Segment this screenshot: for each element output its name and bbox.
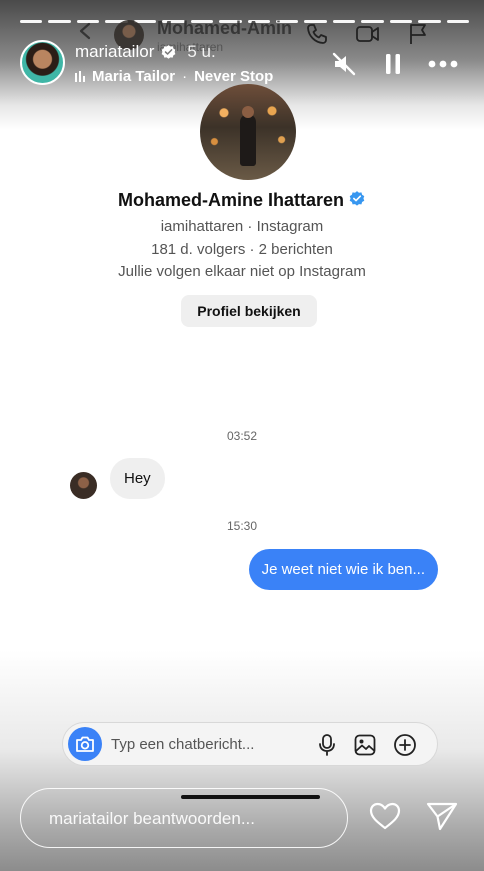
verified-icon [349, 191, 365, 206]
image-icon[interactable] [353, 733, 377, 757]
mute-icon[interactable] [332, 52, 358, 76]
chat-header-name: Mohamed-Amin [157, 18, 292, 38]
story-timestamp: 5 u. [187, 42, 216, 61]
profile-subtitle: iamihattaren · Instagram [160, 218, 324, 235]
home-indicator [181, 795, 320, 799]
add-icon[interactable] [393, 733, 417, 757]
story-reply-actions [368, 801, 458, 831]
incoming-message[interactable]: Hey [110, 458, 165, 499]
composer-actions [317, 733, 417, 757]
story-viewer: Mohamed-Amin iamihattaren mariatailor 5 … [0, 0, 484, 871]
story-controls [332, 52, 458, 76]
story-author[interactable]: mariatailor 5 u. [75, 42, 216, 62]
profile-name-row: Mohamed-Amine Ihattaren [0, 190, 484, 211]
camera-icon [76, 736, 94, 752]
chat-header-actions [305, 22, 429, 46]
message-input[interactable] [111, 734, 311, 754]
message-timestamp: 03:52 [226, 429, 258, 443]
view-profile-button[interactable]: Profiel bekijken [181, 295, 317, 327]
story-music-sticker[interactable]: Maria Tailor · Never Stop [75, 68, 273, 85]
story-reply-placeholder: mariatailor beantwoorden... [49, 809, 256, 828]
outgoing-message[interactable]: Je weet niet wie ik ben... [248, 549, 438, 590]
sender-avatar[interactable] [70, 472, 97, 499]
video-icon [356, 26, 379, 42]
profile-avatar[interactable] [200, 84, 296, 180]
camera-button[interactable] [68, 727, 102, 761]
profile-stats: 181 d. volgers · 2 berichten [151, 241, 333, 258]
message-composer [62, 722, 438, 766]
back-icon [79, 22, 91, 40]
phone-icon [307, 24, 327, 44]
send-icon[interactable] [426, 801, 458, 831]
music-bars-icon [75, 71, 85, 82]
mic-icon[interactable] [317, 733, 337, 757]
music-artist: Maria Tailor [92, 68, 176, 85]
pause-icon[interactable] [384, 53, 402, 75]
music-separator: · [182, 68, 188, 85]
music-title: Never Stop [194, 68, 274, 85]
heart-icon[interactable] [368, 801, 402, 831]
profile-relation: Jullie volgen elkaar niet op Instagram [118, 263, 366, 280]
flag-icon[interactable] [407, 22, 429, 46]
more-icon[interactable] [428, 60, 458, 68]
profile-name: Mohamed-Amine Ihattaren [117, 190, 345, 210]
message-timestamp: 15:30 [226, 519, 258, 533]
story-username[interactable]: mariatailor [75, 42, 154, 62]
verified-icon [161, 44, 176, 59]
story-author-avatar[interactable] [20, 40, 65, 85]
